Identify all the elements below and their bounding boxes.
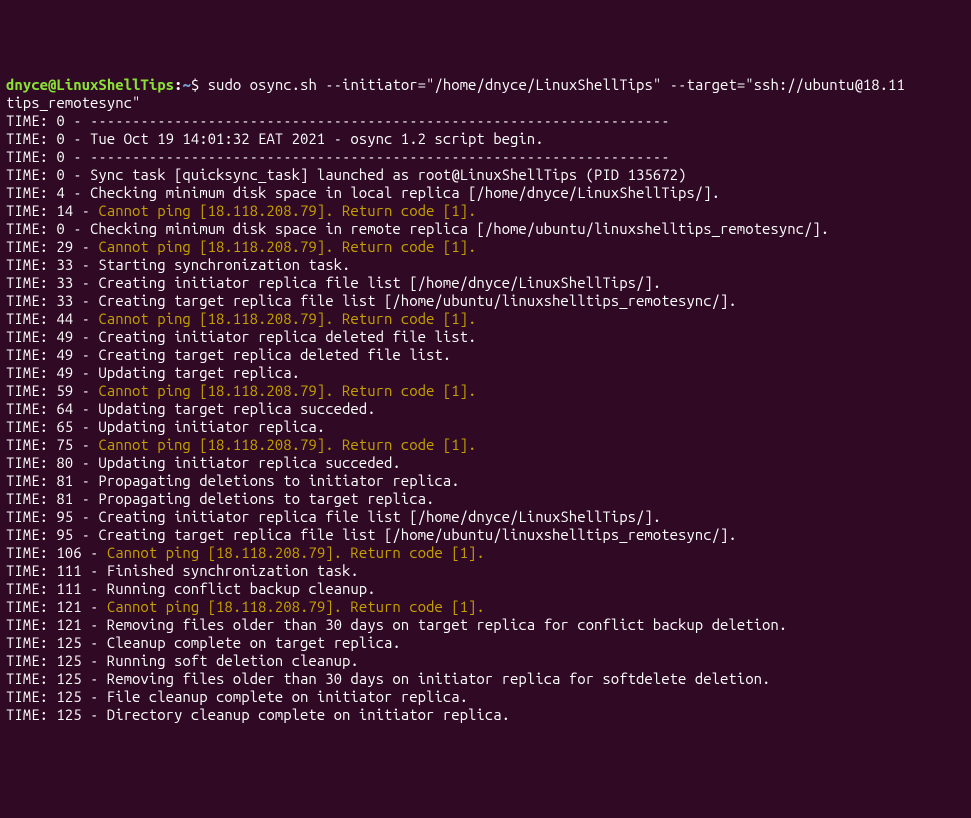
log-line: TIME: 0 - ------------------------------… [6, 148, 670, 165]
prompt-path: ~ [182, 76, 190, 93]
log-line: TIME: 75 - Cannot ping [18.118.208.79]. … [6, 436, 476, 453]
log-line: TIME: 81 - Propagating deletions to init… [6, 472, 460, 489]
warning-text: Cannot ping [18.118.208.79]. Return code… [98, 202, 476, 219]
log-line: TIME: 49 - Updating target replica. [6, 364, 300, 381]
warning-text: Cannot ping [18.118.208.79]. Return code… [98, 436, 476, 453]
log-line: TIME: 14 - Cannot ping [18.118.208.79]. … [6, 202, 476, 219]
log-line: TIME: 65 - Updating initiator replica. [6, 418, 325, 435]
log-line: TIME: 59 - Cannot ping [18.118.208.79]. … [6, 382, 476, 399]
log-line: TIME: 0 - Tue Oct 19 14:01:32 EAT 2021 -… [6, 130, 544, 147]
warning-text: Cannot ping [18.118.208.79]. Return code… [98, 238, 476, 255]
log-line: TIME: 106 - Cannot ping [18.118.208.79].… [6, 544, 485, 561]
log-line: TIME: 4 - Checking minimum disk space in… [6, 184, 720, 201]
command-line1: sudo osync.sh --initiator="/home/dnyce/L… [208, 76, 905, 93]
log-line: TIME: 95 - Creating target replica file … [6, 526, 737, 543]
log-line: TIME: 0 - Sync task [quicksync_task] lau… [6, 166, 686, 183]
warning-text: Cannot ping [18.118.208.79]. Return code… [107, 598, 485, 615]
warning-text: Cannot ping [18.118.208.79]. Return code… [98, 382, 476, 399]
prompt-line: dnyce@LinuxShellTips:~$ sudo osync.sh --… [6, 76, 905, 93]
log-line: TIME: 121 - Removing files older than 30… [6, 616, 787, 633]
log-line: TIME: 125 - Running soft deletion cleanu… [6, 652, 359, 669]
log-output: TIME: 0 - ------------------------------… [6, 112, 965, 724]
prompt-user: dnyce [6, 76, 48, 93]
command-line2: tips_remotesync" [6, 94, 140, 111]
log-line: TIME: 29 - Cannot ping [18.118.208.79]. … [6, 238, 476, 255]
warning-text: Cannot ping [18.118.208.79]. Return code… [98, 310, 476, 327]
log-line: TIME: 49 - Creating initiator replica de… [6, 328, 476, 345]
log-line: TIME: 0 - ------------------------------… [6, 112, 670, 129]
log-line: TIME: 125 - Directory cleanup complete o… [6, 706, 510, 723]
warning-text: Cannot ping [18.118.208.79]. Return code… [107, 544, 485, 561]
log-line: TIME: 81 - Propagating deletions to targ… [6, 490, 434, 507]
log-line: TIME: 80 - Updating initiator replica su… [6, 454, 401, 471]
prompt-dollar: $ [191, 76, 208, 93]
log-line: TIME: 95 - Creating initiator replica fi… [6, 508, 661, 525]
log-line: TIME: 49 - Creating target replica delet… [6, 346, 451, 363]
log-line: TIME: 125 - File cleanup complete on ini… [6, 688, 468, 705]
log-line: TIME: 64 - Updating target replica succe… [6, 400, 376, 417]
log-line: TIME: 33 - Creating target replica file … [6, 292, 737, 309]
log-line: TIME: 111 - Finished synchronization tas… [6, 562, 359, 579]
log-line: TIME: 111 - Running conflict backup clea… [6, 580, 376, 597]
log-line: TIME: 125 - Cleanup complete on target r… [6, 634, 401, 651]
log-line: TIME: 33 - Starting synchronization task… [6, 256, 350, 273]
log-line: TIME: 33 - Creating initiator replica fi… [6, 274, 661, 291]
terminal-buffer[interactable]: dnyce@LinuxShellTips:~$ sudo osync.sh --… [6, 76, 965, 724]
log-line: TIME: 0 - Checking minimum disk space in… [6, 220, 829, 237]
log-line: TIME: 121 - Cannot ping [18.118.208.79].… [6, 598, 485, 615]
prompt-host: LinuxShellTips [56, 76, 174, 93]
log-line: TIME: 125 - Removing files older than 30… [6, 670, 770, 687]
log-line: TIME: 44 - Cannot ping [18.118.208.79]. … [6, 310, 476, 327]
